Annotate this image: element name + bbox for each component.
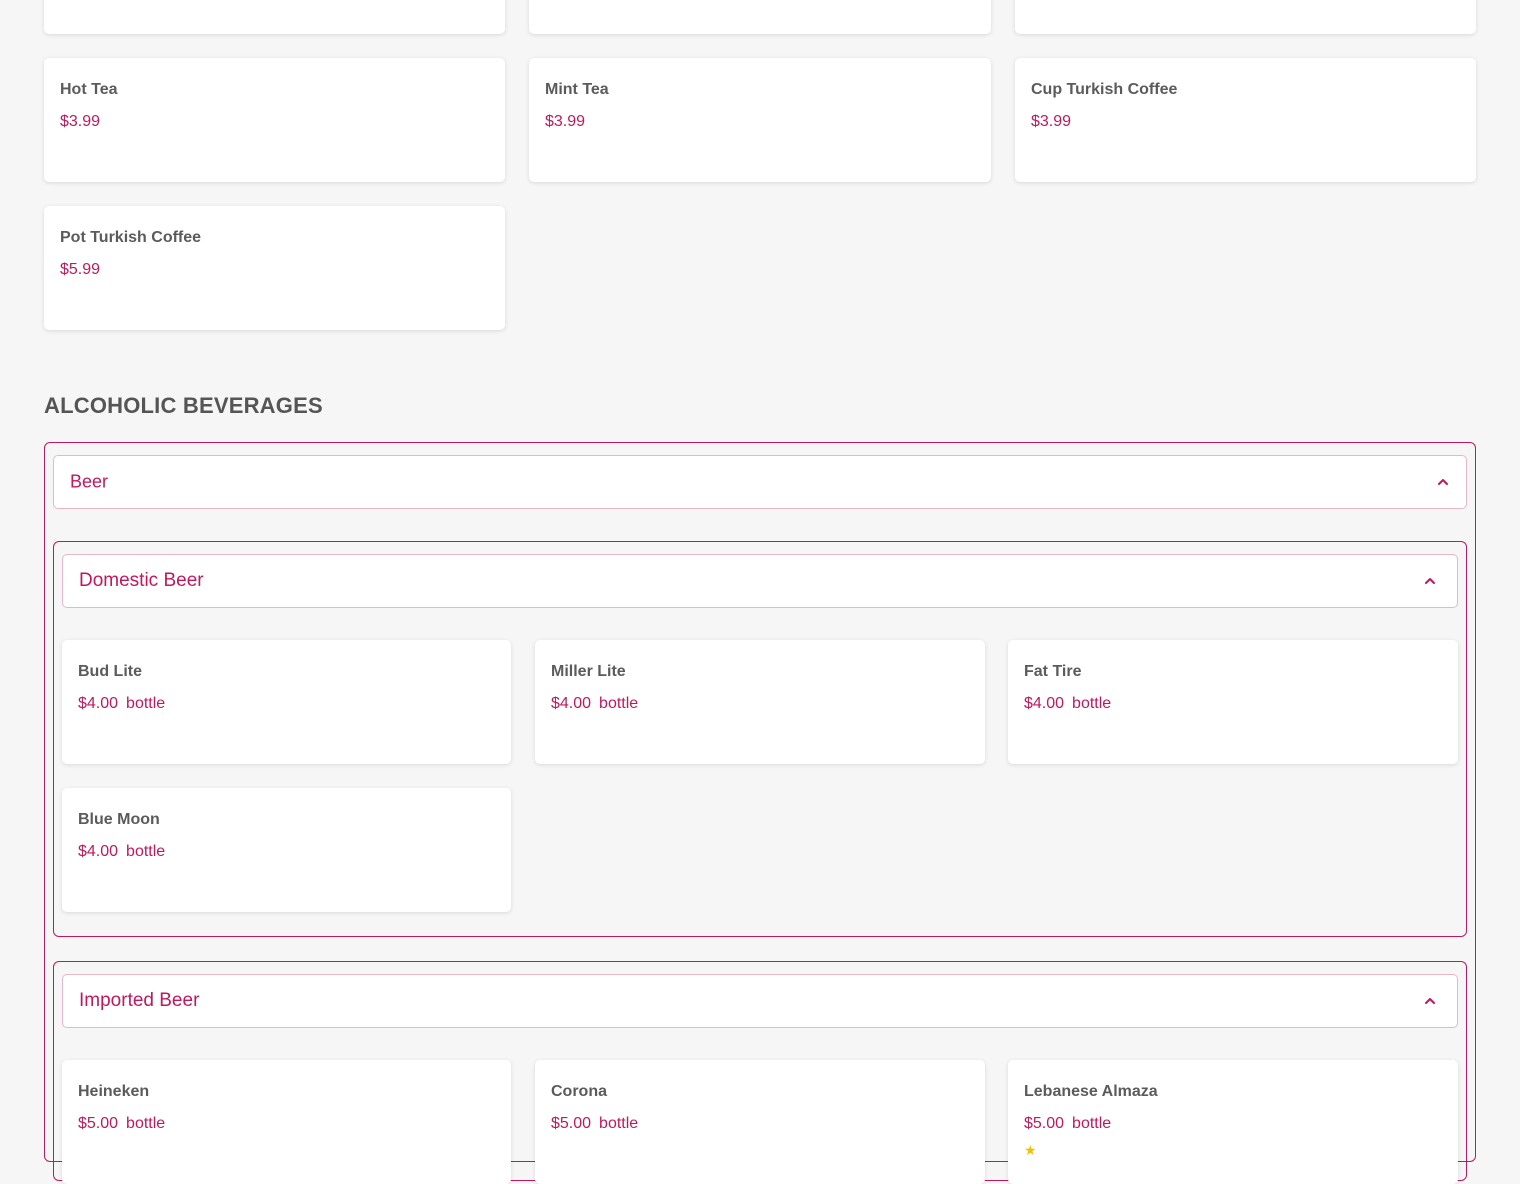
price-unit: bottle: [599, 695, 639, 712]
item-name: Cup Turkish Coffee: [1031, 81, 1178, 98]
price-value: $4.00: [551, 695, 592, 712]
item-name: Blue Moon: [78, 811, 160, 828]
price-unit: bottle: [1072, 695, 1112, 712]
price-value: $4.00: [78, 695, 119, 712]
item-name: Fat Tire: [1024, 663, 1082, 680]
price-value: $3.99: [1031, 113, 1072, 130]
chevron-up-icon[interactable]: [1423, 994, 1437, 1008]
accordion-label: Beer: [70, 471, 109, 492]
item-name: Bud Lite: [78, 663, 142, 680]
item-price: $3.99: [545, 113, 585, 131]
item-price: $5.00 bottle: [78, 1115, 165, 1133]
item-price: $5.00 bottle: [551, 1115, 638, 1133]
menu-item-card[interactable]: Bud Lite $4.00 bottle: [62, 640, 511, 764]
item-name: Miller Lite: [551, 663, 626, 680]
menu-item-card[interactable]: Fat Tire $4.00 bottle: [1008, 640, 1458, 764]
domestic-beer-accordion-header[interactable]: Domestic Beer: [62, 554, 1458, 608]
price-value: $5.00: [78, 1115, 119, 1132]
menu-item-card[interactable]: [1015, 0, 1476, 34]
imported-beer-accordion-header[interactable]: Imported Beer: [62, 974, 1458, 1028]
section-title: ALCOHOLIC BEVERAGES: [44, 393, 323, 418]
item-price: $4.00 bottle: [78, 695, 165, 713]
menu-item-card[interactable]: Pot Turkish Coffee $5.99: [44, 206, 505, 330]
menu-item-card[interactable]: [529, 0, 991, 34]
item-name: Hot Tea: [60, 81, 118, 98]
price-value: $3.99: [60, 113, 101, 130]
item-price: $3.99: [60, 113, 100, 131]
chevron-up-icon[interactable]: [1423, 574, 1437, 588]
price-unit: bottle: [126, 1115, 166, 1132]
item-price: $5.99: [60, 261, 100, 279]
item-price: $4.00 bottle: [1024, 695, 1111, 713]
beer-accordion-header[interactable]: Beer: [53, 455, 1467, 509]
item-name: Lebanese Almaza: [1024, 1083, 1158, 1100]
menu-item-card[interactable]: Heineken $5.00 bottle: [62, 1060, 511, 1184]
accordion-label: Imported Beer: [79, 990, 200, 1011]
item-price: $4.00 bottle: [551, 695, 638, 713]
menu-item-card[interactable]: Blue Moon $4.00 bottle: [62, 788, 511, 912]
chevron-up-icon[interactable]: [1436, 475, 1450, 489]
menu-item-card[interactable]: Cup Turkish Coffee $3.99: [1015, 58, 1476, 182]
price-value: $5.00: [1024, 1115, 1065, 1132]
menu-item-card[interactable]: Mint Tea $3.99: [529, 58, 991, 182]
menu-item-card[interactable]: Lebanese Almaza $5.00 bottle ★: [1008, 1060, 1458, 1184]
menu-item-card[interactable]: Corona $5.00 bottle: [535, 1060, 985, 1184]
item-name: Mint Tea: [545, 81, 609, 98]
item-price: $5.00 bottle: [1024, 1115, 1111, 1133]
accordion-label: Domestic Beer: [79, 570, 204, 591]
item-name: Corona: [551, 1083, 607, 1100]
star-icon: ★: [1024, 1142, 1037, 1158]
price-unit: bottle: [1072, 1115, 1112, 1132]
price-value: $4.00: [1024, 695, 1065, 712]
price-value: $5.00: [551, 1115, 592, 1132]
item-name: Pot Turkish Coffee: [60, 229, 202, 246]
price-unit: bottle: [126, 695, 166, 712]
price-unit: bottle: [599, 1115, 639, 1132]
item-price: $3.99: [1031, 113, 1071, 131]
menu-item-card[interactable]: [44, 0, 505, 34]
price-value: $3.99: [545, 113, 586, 130]
menu-item-card[interactable]: Hot Tea $3.99: [44, 58, 505, 182]
menu-item-card[interactable]: Miller Lite $4.00 bottle: [535, 640, 985, 764]
item-name: Heineken: [78, 1083, 150, 1100]
item-price: $4.00 bottle: [78, 843, 165, 861]
price-value: $4.00: [78, 843, 119, 860]
price-value: $5.99: [60, 261, 101, 278]
price-unit: bottle: [126, 843, 166, 860]
